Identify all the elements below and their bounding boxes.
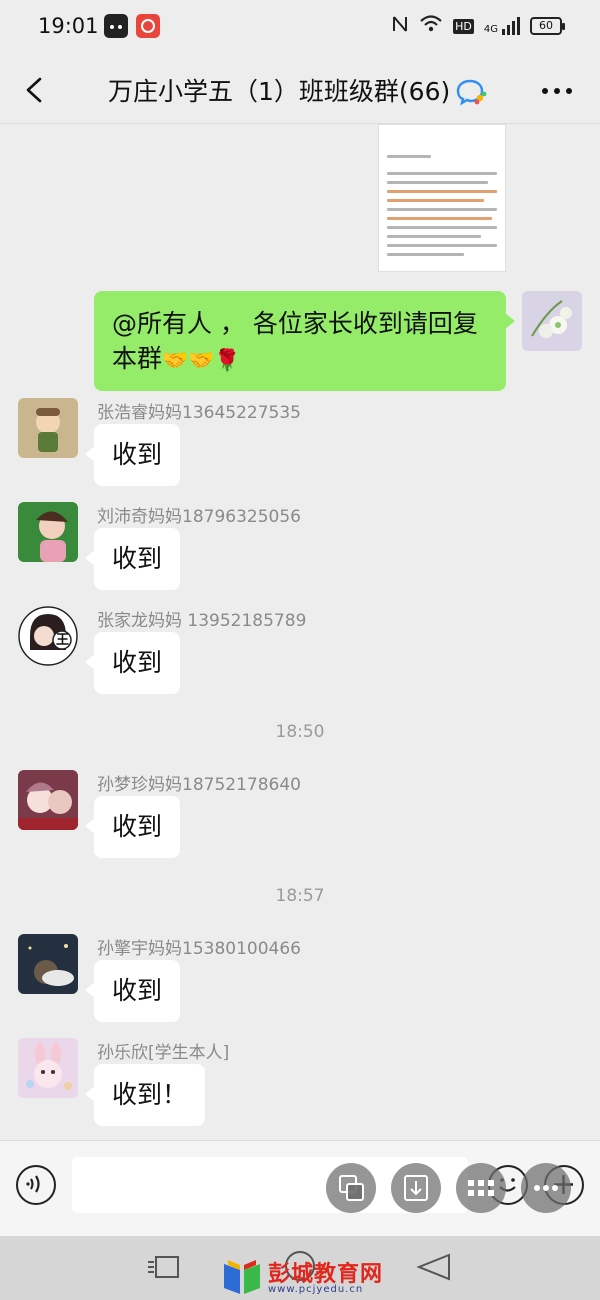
nfc-icon	[391, 14, 409, 38]
timestamp: 18:57	[275, 886, 325, 906]
signal-icon: 4G	[484, 17, 520, 35]
more-dots-icon[interactable]	[542, 88, 572, 94]
message-row: 王 张家龙妈妈 13952185789 收到	[0, 606, 600, 706]
keyboard-icon[interactable]	[456, 1163, 506, 1213]
status-indicators: HD 4G 60	[391, 14, 565, 38]
hd-label: HD	[453, 18, 474, 34]
message-bubble[interactable]: 收到	[84, 528, 181, 590]
input-bar	[0, 1140, 600, 1236]
shared-document-image[interactable]	[378, 124, 506, 272]
message-row: 孙擎宇妈妈15380100466 收到	[0, 934, 600, 1034]
message-bubble[interactable]: 收到	[84, 960, 181, 1022]
wifi-icon	[419, 15, 443, 37]
sender-name: 孙乐欣[学生本人]	[97, 1043, 230, 1063]
watermark: 彭城教育网 www.pcjyedu.cn	[220, 1256, 400, 1300]
message-list[interactable]: @所有人 ， 各位家长收到请回复本群🤝🤝🌹 张浩睿妈妈13645227535 收…	[0, 124, 600, 1140]
avatar[interactable]	[18, 934, 78, 994]
sender-name: 孙擎宇妈妈15380100466	[97, 939, 301, 959]
message-bubble[interactable]: 收到	[84, 424, 181, 486]
back-triangle-icon[interactable]	[415, 1252, 453, 1282]
chat-header: 万庄小学五（1）班班级群(66)	[0, 56, 600, 124]
my-message-bubble[interactable]: @所有人 ， 各位家长收到请回复本群🤝🤝🌹	[94, 291, 515, 391]
avatar[interactable]	[18, 770, 78, 830]
chevron-left-icon[interactable]	[22, 76, 48, 104]
status-bar: 19:01 HD 4G 60	[0, 0, 600, 56]
avatar-badge-text: 王	[56, 633, 70, 648]
my-avatar[interactable]	[522, 291, 582, 351]
avatar[interactable]	[18, 1038, 78, 1098]
system-nav-bar: 彭城教育网 www.pcjyedu.cn	[0, 1236, 600, 1300]
translate-icon[interactable]	[326, 1163, 376, 1213]
timestamp: 18:50	[275, 722, 325, 742]
status-time: 19:01	[38, 14, 99, 38]
message-bubble[interactable]: 收到	[84, 796, 181, 858]
message-bubble[interactable]: 收到！	[84, 1064, 206, 1126]
avatar[interactable]	[18, 398, 78, 458]
book-logo-icon	[224, 1260, 260, 1294]
avatar[interactable]	[18, 502, 78, 562]
chat-title[interactable]: 万庄小学五（1）班班级群(66)	[108, 72, 450, 108]
message-row: 张浩睿妈妈13645227535 收到	[0, 398, 600, 498]
app-notification-icon	[104, 14, 128, 38]
message-row: 孙梦珍妈妈18752178640 收到	[0, 770, 600, 870]
battery-icon: 60	[530, 17, 565, 35]
watermark-url: www.pcjyedu.cn	[268, 1284, 364, 1295]
avatar[interactable]: 王	[18, 606, 78, 666]
message-bubble[interactable]: 收到	[84, 632, 181, 694]
voice-icon[interactable]	[16, 1165, 56, 1205]
message-row: 刘沛奇妈妈18796325056 收到	[0, 502, 600, 602]
sender-name: 刘沛奇妈妈18796325056	[97, 507, 301, 527]
recent-apps-icon[interactable]	[148, 1254, 182, 1280]
enterprise-group-icon	[456, 78, 488, 106]
app-notification-icon	[136, 14, 160, 38]
sender-name: 张家龙妈妈 13952185789	[97, 611, 307, 631]
signal-label: 4G	[483, 24, 498, 35]
more-icon[interactable]	[521, 1163, 571, 1213]
message-row: 孙乐欣[学生本人] 收到！	[0, 1038, 600, 1138]
sender-name: 张浩睿妈妈13645227535	[97, 403, 301, 423]
download-icon[interactable]	[391, 1163, 441, 1213]
sender-name: 孙梦珍妈妈18752178640	[97, 775, 301, 795]
my-message-emojis: 🤝🤝🌹	[162, 348, 241, 372]
